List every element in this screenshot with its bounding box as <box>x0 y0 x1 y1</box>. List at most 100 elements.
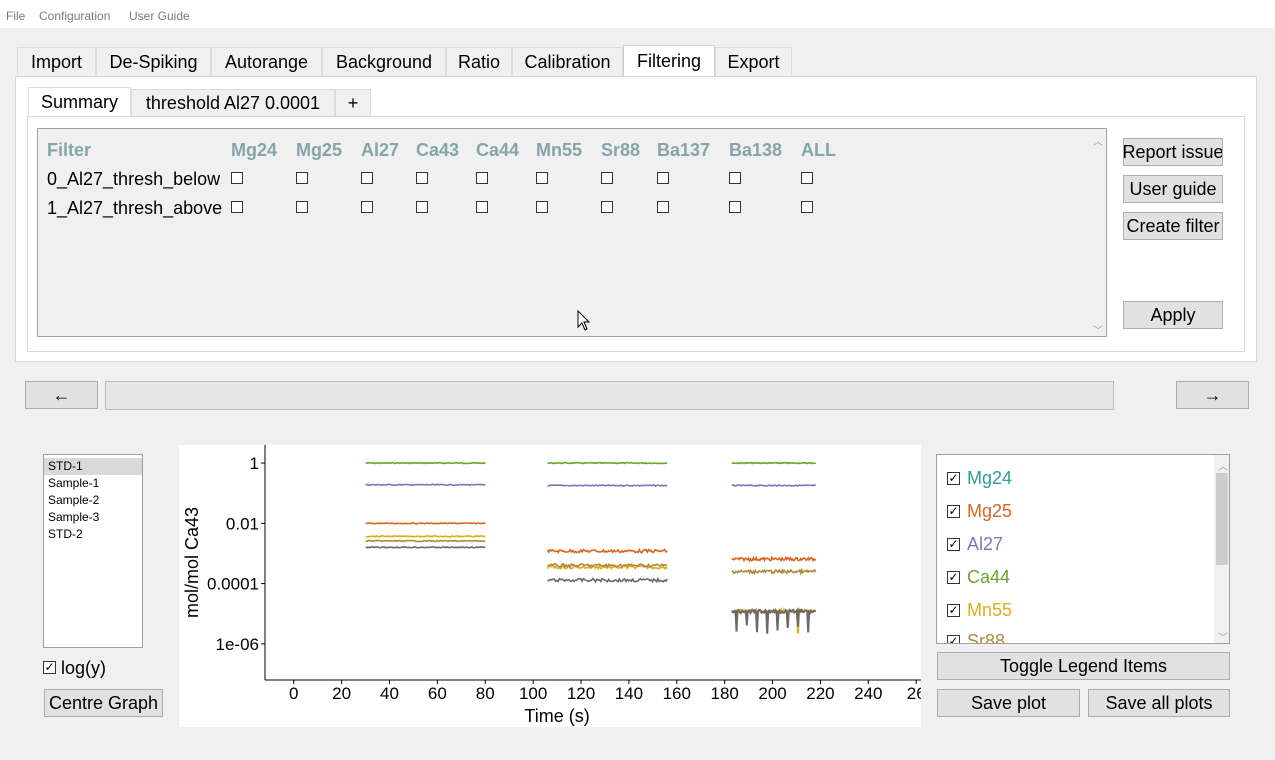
legend-checkbox[interactable]: ✓ <box>947 537 960 551</box>
filter-checkbox[interactable] <box>536 172 548 184</box>
subtab-summary[interactable]: Summary <box>28 87 131 117</box>
legend-checkbox[interactable]: ✓ <box>947 603 960 617</box>
series-line-ca44 <box>547 461 668 465</box>
user-guide-button[interactable]: User guide <box>1123 175 1223 203</box>
series-line-mg25 <box>731 555 817 563</box>
filter-checkbox[interactable] <box>361 201 373 213</box>
y-tick-label: 1 <box>250 454 259 473</box>
toggle-legend-button[interactable]: Toggle Legend Items <box>937 652 1230 680</box>
header-mg24: Mg24 <box>231 140 278 160</box>
prev-sample-button[interactable]: ← <box>25 381 98 409</box>
x-tick-label: 140 <box>615 684 643 703</box>
filter-checkbox[interactable] <box>601 172 613 184</box>
legend-item-mg25[interactable]: ✓ Mg25 <box>947 499 1012 523</box>
filter-checkbox[interactable] <box>416 172 428 184</box>
sample-progress-bar <box>105 381 1114 410</box>
legend-scroll-up-icon[interactable]: ︿ <box>1218 458 1228 473</box>
subtab-threshold-al27[interactable]: threshold Al27 0.0001 <box>131 89 335 117</box>
save-all-plots-button[interactable]: Save all plots <box>1088 689 1230 717</box>
tab-filtering[interactable]: Filtering <box>623 45 715 77</box>
filter-checkbox[interactable] <box>476 201 488 213</box>
report-issue-button[interactable]: Report issue <box>1123 138 1223 166</box>
x-tick-label: 120 <box>567 684 595 703</box>
time-series-plot[interactable]: 0 20 40 60 80 100 120 140 160 180 200 220 240 26 1 0.01… <box>179 445 926 727</box>
sample-item-std-2[interactable]: STD-2 <box>44 526 142 543</box>
filter-checkbox[interactable] <box>657 172 669 184</box>
menu-file[interactable]: File <box>6 9 25 23</box>
series-line-mn55 <box>365 534 486 538</box>
y-axis-label: mol/mol Ca43 <box>182 507 202 618</box>
filter-checkbox[interactable] <box>729 172 741 184</box>
legend-label: Mg24 <box>967 467 1013 488</box>
save-plot-button[interactable]: Save plot <box>937 689 1080 717</box>
apply-button[interactable]: Apply <box>1123 301 1223 329</box>
legend-list[interactable]: ︿ ﹀ ✓ Mg24 ✓ Mg25 ✓ Al27 ✓ Ca44 ✓ Mn55 ✓… <box>936 454 1230 644</box>
filter-checkbox[interactable] <box>729 201 741 213</box>
x-tick-label: 240 <box>854 684 882 703</box>
filter-checkbox[interactable] <box>231 172 243 184</box>
legend-item-mn55[interactable]: ✓ Mn55 <box>947 598 1012 622</box>
legend-item-sr88[interactable]: ✓ Sr88 <box>947 629 1005 643</box>
tab-autorange[interactable]: Autorange <box>211 47 322 77</box>
legend-checkbox[interactable]: ✓ <box>947 471 960 485</box>
create-filter-button[interactable]: Create filter <box>1123 212 1223 240</box>
x-axis-label: Time (s) <box>524 706 589 726</box>
legend-checkbox[interactable]: ✓ <box>947 570 960 584</box>
x-tick-label: 40 <box>380 684 399 703</box>
centre-graph-button[interactable]: Centre Graph <box>44 689 163 717</box>
filter-checkbox[interactable] <box>296 201 308 213</box>
x-tick-label: 220 <box>806 684 834 703</box>
header-ca44: Ca44 <box>476 140 520 160</box>
tab-export[interactable]: Export <box>715 47 792 77</box>
filter-checkbox[interactable] <box>657 201 669 213</box>
menu-bar <box>0 0 1275 28</box>
filter-checkbox[interactable] <box>476 172 488 184</box>
legend-item-mg24[interactable]: ✓ Mg24 <box>947 466 1012 490</box>
filter-checkbox[interactable] <box>361 172 373 184</box>
series-line-sr88 <box>547 562 668 569</box>
filter-checkbox[interactable] <box>416 201 428 213</box>
filter-checkbox[interactable] <box>296 172 308 184</box>
header-ba137: Ba137 <box>657 140 711 160</box>
legend-checkbox[interactable]: ✓ <box>947 634 960 643</box>
filter-row-label: 0_Al27_thresh_below <box>47 169 221 189</box>
series-line-sr88 <box>731 567 817 576</box>
sample-list[interactable]: STD-1 Sample-1 Sample-2 Sample-3 STD-2 <box>43 454 143 648</box>
logy-checkbox[interactable]: ✓ <box>43 661 56 674</box>
menu-configuration[interactable]: Configuration <box>39 9 110 23</box>
tab-background[interactable]: Background <box>322 47 446 77</box>
header-filter: Filter <box>47 140 92 160</box>
filter-checkbox[interactable] <box>601 201 613 213</box>
next-sample-button[interactable]: → <box>1176 381 1249 409</box>
tab-import[interactable]: Import <box>17 47 96 77</box>
tab-ratio[interactable]: Ratio <box>446 47 512 77</box>
x-tick-label: 0 <box>289 684 298 703</box>
series-line-sr88 <box>365 539 486 543</box>
filter-checkbox[interactable] <box>536 201 548 213</box>
sample-item-sample-2[interactable]: Sample-2 <box>44 492 142 509</box>
sample-item-sample-1[interactable]: Sample-1 <box>44 475 142 492</box>
menu-user-guide[interactable]: User Guide <box>129 9 190 23</box>
filter-checkbox-all[interactable] <box>801 172 813 184</box>
series-line-mg25 <box>365 521 486 525</box>
legend-item-al27[interactable]: ✓ Al27 <box>947 532 1003 556</box>
legend-label: Mn55 <box>967 599 1013 620</box>
legend-scrollbar-thumb[interactable] <box>1216 473 1228 565</box>
sample-item-std-1[interactable]: STD-1 <box>44 458 142 475</box>
tab-calibration[interactable]: Calibration <box>512 47 623 77</box>
series-line-mg25 <box>546 547 668 554</box>
header-ca43: Ca43 <box>416 140 460 160</box>
scroll-down-icon[interactable]: ﹀ <box>1093 322 1103 337</box>
legend-item-ca44[interactable]: ✓ Ca44 <box>947 565 1010 589</box>
scroll-up-icon[interactable]: ︿ <box>1093 133 1103 148</box>
x-tick-label: 200 <box>758 684 786 703</box>
tab-de-spiking[interactable]: De-Spiking <box>96 47 211 77</box>
subtab-add[interactable]: + <box>335 89 371 117</box>
filter-checkbox-all[interactable] <box>801 201 813 213</box>
legend-label: Ca44 <box>967 566 1011 587</box>
legend-scroll-down-icon[interactable]: ﹀ <box>1218 629 1228 643</box>
legend-checkbox[interactable]: ✓ <box>947 504 960 518</box>
sample-item-sample-3[interactable]: Sample-3 <box>44 509 142 526</box>
filter-checkbox[interactable] <box>231 201 243 213</box>
x-tick-label: 20 <box>332 684 351 703</box>
